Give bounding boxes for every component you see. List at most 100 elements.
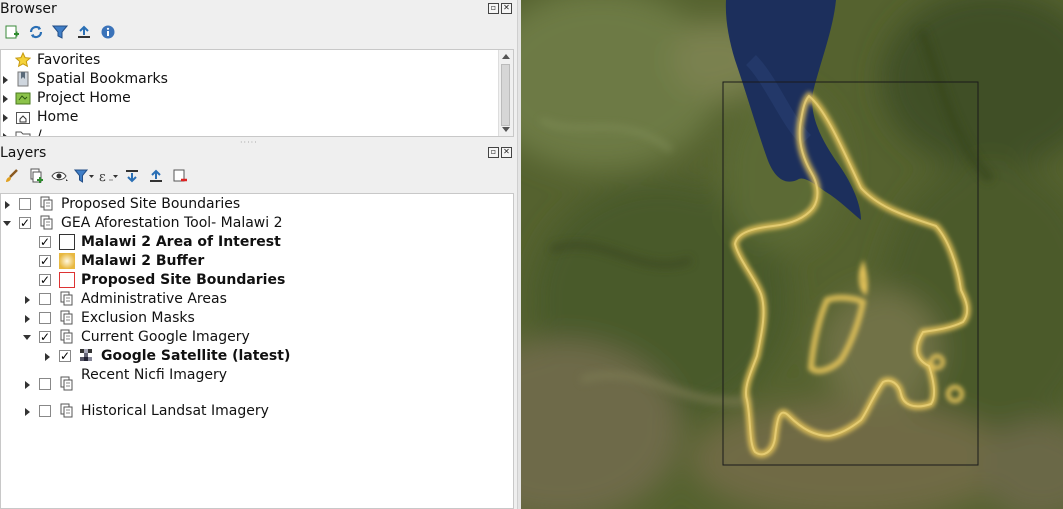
layer-item[interactable]: ✓ Proposed Site Boundaries [1,271,511,290]
layers-dock-header: Layers ▫ ✕ [0,144,517,162]
layer-checkbox[interactable] [39,405,51,417]
layer-label: Current Google Imagery [81,329,250,345]
layer-label: Malawi 2 Area of Interest [81,234,281,250]
layer-checkbox[interactable]: ✓ [39,274,51,286]
layer-label: Proposed Site Boundaries [61,196,241,212]
layer-checkbox[interactable]: ✓ [39,255,51,267]
layer-label: Exclusion Masks [81,310,195,326]
home-folder-icon [15,109,31,125]
collapse-all-icon[interactable] [74,22,94,42]
add-selected-layers-icon[interactable] [2,22,22,42]
layer-label: Google Satellite (latest) [101,348,291,364]
polygon-symbol-icon [59,272,75,288]
layer-group-icon [59,376,75,392]
layer-label: GEA Aforestation Tool- Malawi 2 [61,215,283,231]
visibility-eye-icon[interactable] [50,166,70,186]
collapse-arrow-icon[interactable] [3,214,11,233]
browser-scrollbar[interactable] [498,50,513,136]
layer-checkbox[interactable]: ✓ [19,217,31,229]
layer-label: Historical Landsat Imagery [81,403,269,419]
folder-icon [15,128,31,136]
layer-group-icon [59,310,75,326]
layer-checkbox[interactable] [19,198,31,210]
layers-title: Layers [0,145,47,161]
scroll-up-icon[interactable] [502,54,510,59]
star-icon [14,51,32,68]
browser-item-label: Project Home [37,90,131,106]
layer-group-item[interactable]: Administrative Areas [1,290,511,309]
add-group-icon[interactable] [26,166,46,186]
layer-item[interactable]: ✓ Malawi 2 Buffer [1,252,511,271]
refresh-icon[interactable] [26,22,46,42]
scroll-down-icon[interactable] [502,127,510,132]
browser-item-spatial-bookmarks[interactable]: Spatial Bookmarks [1,70,501,89]
layer-group-item[interactable]: ✓ GEA Aforestation Tool- Malawi 2 [1,214,511,233]
expand-all-icon[interactable] [122,166,142,186]
expand-arrow-icon[interactable] [43,347,51,366]
info-icon[interactable] [98,22,118,42]
remove-layer-icon[interactable] [170,166,190,186]
filter-legend-icon[interactable] [74,166,94,186]
float-dock-icon[interactable]: ▫ [488,147,499,158]
layer-group-icon [59,291,75,307]
layer-label: Recent Nicfi Imagery [81,367,228,383]
layer-item[interactable]: ✓ Google Satellite (latest) [1,347,511,366]
browser-dock-header: Browser ▫ ✕ [0,0,517,18]
collapse-all-icon[interactable] [146,166,166,186]
layer-checkbox[interactable] [39,293,51,305]
browser-item-favorites[interactable]: Favorites [1,51,501,70]
layer-checkbox[interactable] [39,312,51,324]
layer-group-item[interactable]: Recent Nicfi Imagery [1,366,511,394]
layer-group-item[interactable]: Exclusion Masks [1,309,511,328]
browser-item-root[interactable]: / [1,127,501,137]
browser-title: Browser [0,1,57,17]
close-dock-icon[interactable]: ✕ [501,147,512,158]
layer-group-icon [59,403,75,419]
browser-item-home[interactable]: Home [1,108,501,127]
browser-item-project-home[interactable]: Project Home [1,89,501,108]
expand-arrow-icon[interactable] [23,290,31,309]
layer-item[interactable]: ✓ Malawi 2 Area of Interest [1,233,511,252]
svg-text:ε: ε [99,170,106,184]
layer-item[interactable]: Proposed Site Boundaries [1,195,511,214]
browser-item-label: Spatial Bookmarks [37,71,168,87]
project-home-icon [15,90,31,106]
expression-filter-icon[interactable]: ε [98,166,118,186]
layer-checkbox[interactable]: ✓ [39,331,51,343]
browser-item-label: / [37,128,42,137]
layer-label: Malawi 2 Buffer [81,253,205,269]
layers-tree: Proposed Site Boundaries ✓ GEA Aforestat… [0,193,514,509]
scroll-thumb[interactable] [501,64,510,126]
buffer-symbol-icon [59,253,75,269]
layer-label: Proposed Site Boundaries [81,272,286,288]
close-dock-icon[interactable]: ✕ [501,3,512,14]
expand-arrow-icon[interactable] [1,89,9,108]
expand-arrow-icon[interactable] [23,375,31,394]
layer-label: Administrative Areas [81,291,227,307]
float-dock-icon[interactable]: ▫ [488,3,499,14]
browser-tree: Favorites Spatial Bookmarks Project Home… [0,49,514,137]
expand-arrow-icon[interactable] [23,309,31,328]
layers-toolbar: ε [0,164,190,188]
layer-checkbox[interactable]: ✓ [39,236,51,248]
bookmarks-icon [15,71,31,87]
layer-group-item[interactable]: ✓ Current Google Imagery [1,328,511,347]
map-canvas[interactable] [521,0,1063,509]
side-panels: Browser ▫ ✕ Favorites Spatial Bookmarks … [0,0,517,509]
layer-group-icon [39,196,55,212]
expand-arrow-icon[interactable] [1,108,9,127]
filter-icon[interactable] [50,22,70,42]
expand-arrow-icon[interactable] [1,70,9,89]
layer-group-item[interactable]: Historical Landsat Imagery [1,402,511,421]
collapse-arrow-icon[interactable] [23,328,31,347]
expand-arrow-icon[interactable] [23,402,31,421]
layer-checkbox[interactable]: ✓ [59,350,71,362]
expand-arrow-icon[interactable] [1,127,9,136]
layer-group-icon [59,329,75,345]
browser-item-label: Favorites [37,52,101,68]
layer-checkbox[interactable] [39,378,51,390]
polygon-symbol-icon [59,234,75,250]
expand-arrow-icon[interactable] [3,195,11,214]
style-brush-icon[interactable] [2,166,22,186]
browser-toolbar [0,20,118,44]
